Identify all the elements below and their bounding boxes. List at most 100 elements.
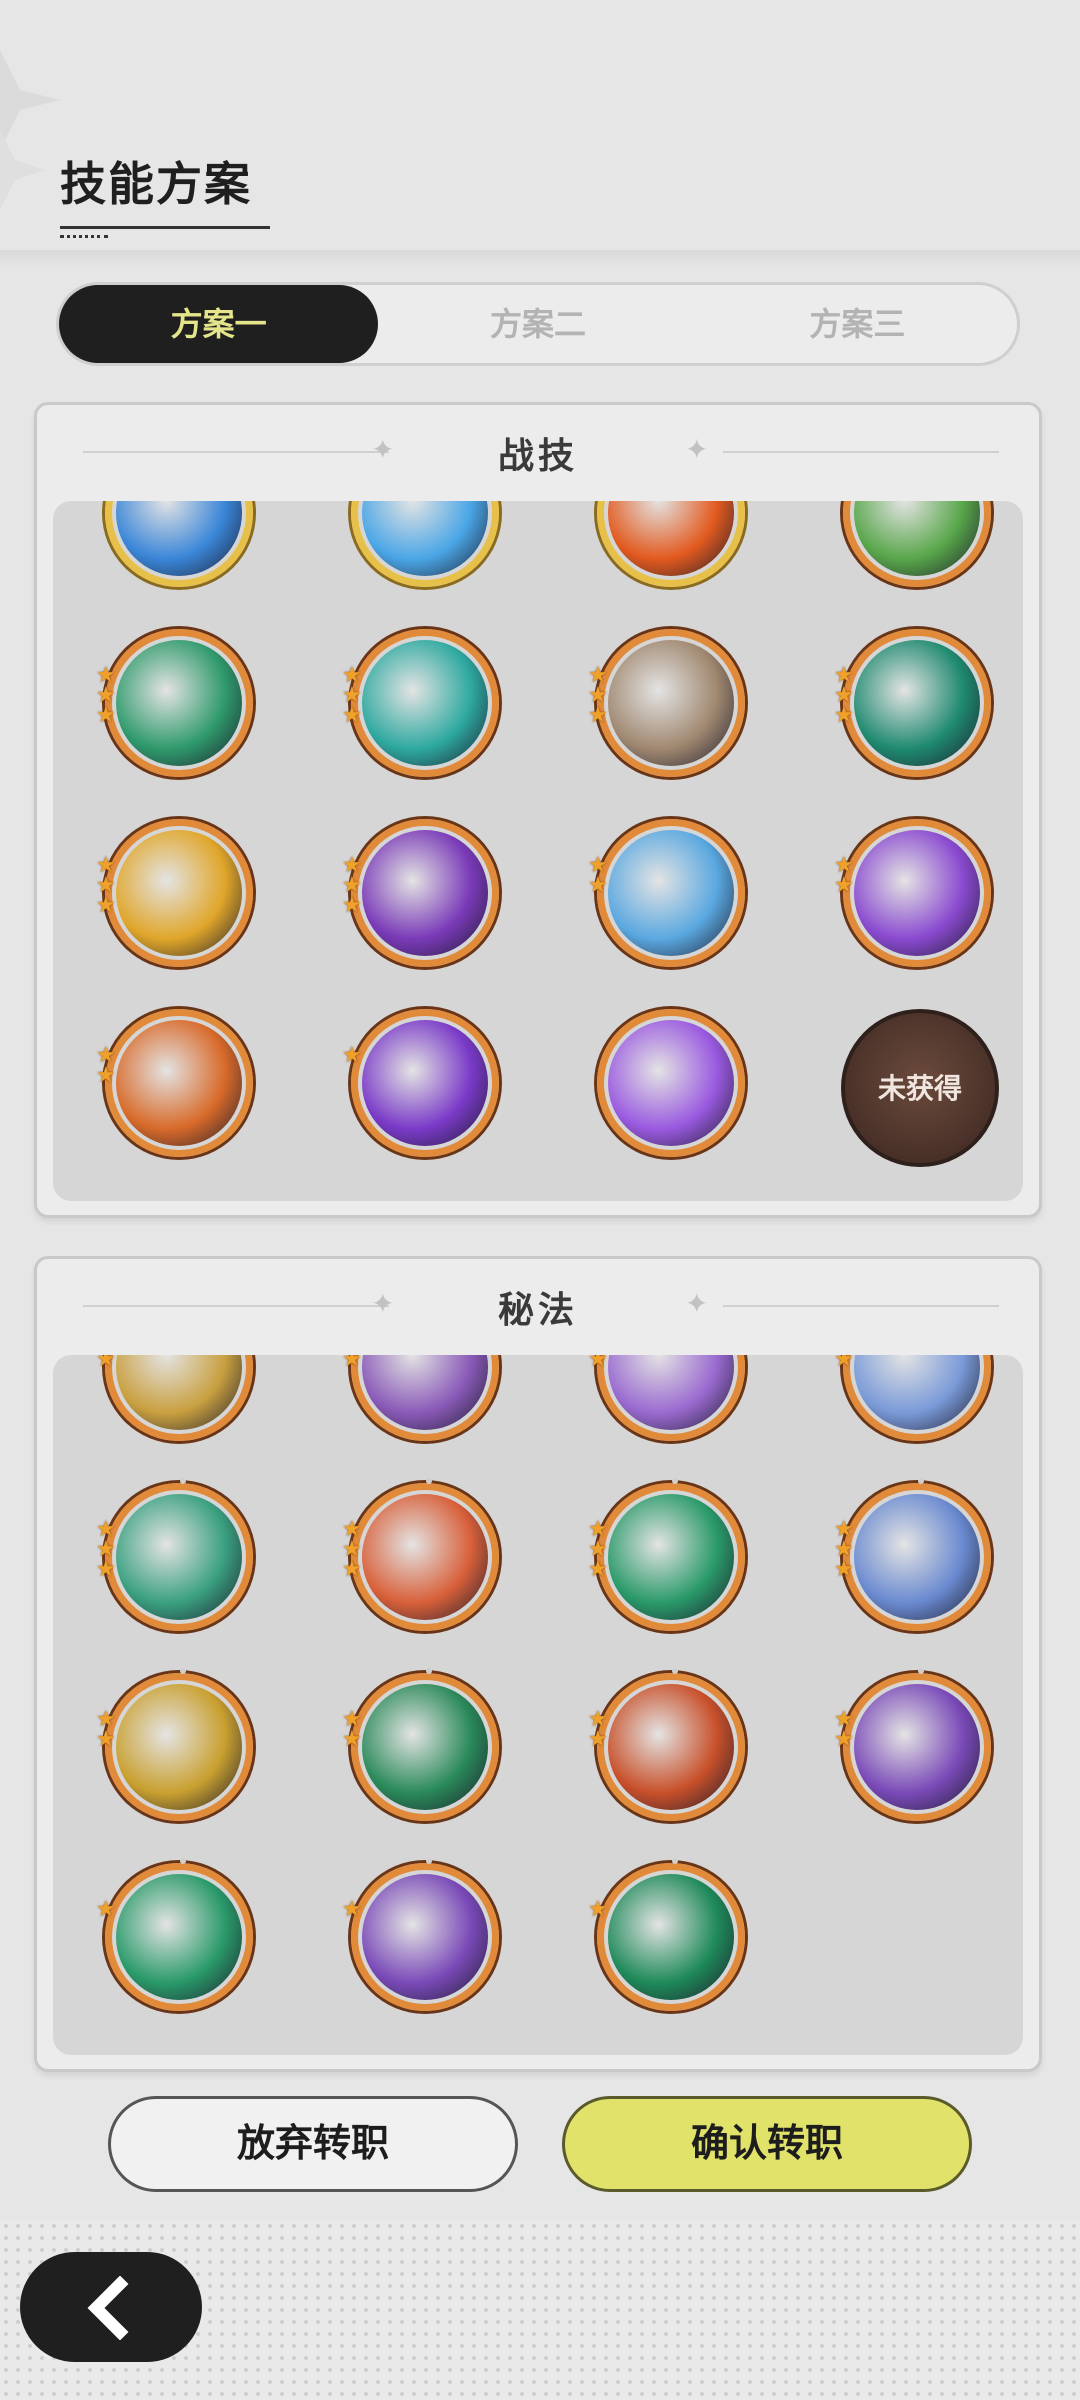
slot-marker bbox=[918, 1668, 924, 1674]
skill-art bbox=[608, 640, 734, 766]
tree-nature-icon[interactable]: ★ bbox=[843, 501, 991, 587]
rank-stars-icon: ★ bbox=[96, 1897, 122, 1922]
rank-stars-icon: ★ ★ ★ bbox=[588, 665, 614, 728]
sparkle-star-icon[interactable]: ★ ★ ★ bbox=[834, 1478, 991, 1631]
tab-plan-2[interactable]: 方案二 bbox=[378, 285, 697, 363]
confirm-class-change-button[interactable]: 确认转职 bbox=[562, 2096, 972, 2192]
rank-star-icon: ★ bbox=[96, 703, 116, 728]
fire-burst-icon[interactable] bbox=[597, 501, 745, 587]
slot-marker bbox=[672, 1858, 678, 1864]
skill-art bbox=[116, 640, 242, 766]
rank-star-icon: ★ bbox=[96, 893, 116, 918]
rank-stars-icon: ★ bbox=[342, 1897, 368, 1922]
star-explosion-icon[interactable] bbox=[597, 1009, 745, 1157]
rank-star-icon: ★ bbox=[96, 1897, 116, 1922]
spirit-mask-icon[interactable]: ★★ bbox=[588, 1355, 745, 1441]
arcane-skills-panel: ✦ 秘法 ✦ ★★★★★★★★★★★★★★★★★★★★★★★★★★★★★★★ bbox=[34, 1256, 1042, 2072]
cyclone-icon[interactable]: ★ ★ ★ bbox=[342, 629, 499, 777]
void-eye-icon[interactable]: ★ ★ ★ bbox=[342, 819, 499, 967]
abandon-class-change-button[interactable]: 放弃转职 bbox=[108, 2096, 518, 2192]
rank-star-icon: ★ bbox=[342, 1355, 362, 1372]
skill-art bbox=[854, 1355, 980, 1430]
green-figure-icon[interactable]: ★ ★ ★ bbox=[588, 1478, 745, 1631]
rank-star-icon: ★ bbox=[588, 873, 608, 898]
rank-stars-icon: ★★ bbox=[96, 1355, 122, 1371]
red-fist-icon[interactable]: ★ ★ bbox=[588, 1668, 745, 1821]
rank-star-icon: ★ bbox=[588, 703, 608, 728]
rank-star-icon: ★ bbox=[342, 1897, 362, 1922]
rank-stars-icon: ★ ★ ★ bbox=[342, 1519, 368, 1582]
sigil-icon[interactable]: ★★ bbox=[342, 1355, 499, 1441]
golden-arrow-icon[interactable]: ★ ★ bbox=[96, 1668, 253, 1821]
ice-burst-icon[interactable]: ★ ★ bbox=[588, 819, 745, 967]
purple-spirit-icon[interactable]: ★ bbox=[342, 1858, 499, 2011]
locked-skill-slot[interactable]: 未获得 bbox=[841, 1009, 999, 1167]
rank-stars-icon: ★ ★ ★ bbox=[834, 1519, 860, 1581]
skill-art bbox=[362, 501, 488, 576]
rank-stars-icon: ★ ★ ★ bbox=[342, 665, 368, 728]
star-ornament-icon: ✦ bbox=[685, 433, 709, 466]
purple-figure-icon[interactable]: ★ ★ bbox=[834, 1668, 991, 1821]
green-clock-icon[interactable]: ★ ★ bbox=[342, 1668, 499, 1821]
golden-wing-icon[interactable]: ★★ bbox=[96, 1355, 253, 1441]
skill-row: ★★★★★★★★ bbox=[53, 1653, 1023, 1843]
rank-stars-icon: ★★ bbox=[96, 1709, 122, 1751]
skill-row: ★ bbox=[53, 501, 1023, 609]
water-swirl-icon[interactable] bbox=[105, 501, 253, 587]
back-arrow-icon bbox=[87, 2276, 129, 2340]
tab-plan-1[interactable]: 方案一 bbox=[59, 285, 379, 363]
recycle-icon[interactable]: ★ ★ ★ bbox=[96, 1478, 253, 1631]
arcane-skill-grid[interactable]: ★★★★★★★★★★★★★★★★★★★★★★★★★★★★★★★ bbox=[53, 1355, 1023, 2055]
tab-plan-3[interactable]: 方案三 bbox=[698, 285, 1017, 363]
combat-skill-grid[interactable]: ★★★★★★★★★★★★★★★★★★★★★★★★★★未获得 bbox=[53, 501, 1023, 1201]
rank-star-icon: ★ bbox=[342, 703, 362, 728]
slot-marker bbox=[426, 1858, 432, 1864]
rank-star-icon: ★ bbox=[96, 1557, 116, 1582]
skill-art bbox=[362, 830, 488, 956]
back-button[interactable] bbox=[20, 2252, 202, 2362]
skill-row: ★ ★ ★ ★ ★ ★ ★ ★ ★ ★ ★ ★ bbox=[53, 1463, 1023, 1653]
slot-marker bbox=[426, 1478, 432, 1484]
rock-pillar-icon[interactable]: ★ ★ ★ bbox=[588, 629, 745, 777]
combat-skills-title: 战技 bbox=[497, 436, 578, 477]
flame-figure-icon[interactable]: ★ ★ ★ bbox=[342, 1478, 499, 1631]
rank-star-icon: ★ bbox=[342, 1557, 362, 1582]
green-wind-icon[interactable]: ★ ★ ★ bbox=[96, 629, 253, 777]
skill-art bbox=[116, 1684, 242, 1810]
slot-marker bbox=[918, 1478, 924, 1484]
arcane-hand-icon[interactable]: ★ bbox=[342, 1009, 499, 1157]
skill-art bbox=[116, 830, 242, 956]
rank-star-icon: ★ bbox=[342, 1727, 362, 1752]
purple-vortex-icon[interactable]: ★ ★ bbox=[834, 819, 991, 967]
skill-art bbox=[116, 1494, 242, 1620]
skill-row: ★ ★ ★ bbox=[53, 1843, 1023, 2033]
rank-stars-icon: ★★ bbox=[342, 1355, 368, 1372]
rank-stars-icon: ★ bbox=[342, 1043, 368, 1068]
slot-marker bbox=[180, 1858, 186, 1864]
page-header: 技能方案 bbox=[60, 148, 270, 238]
title-underline bbox=[60, 226, 270, 229]
rank-stars-icon: ★★ bbox=[834, 1355, 860, 1371]
rank-star-icon: ★ bbox=[342, 1043, 362, 1068]
slot-marker bbox=[180, 1668, 186, 1674]
green-shield-icon[interactable]: ★ bbox=[96, 1858, 253, 2011]
frost-star-icon[interactable]: ★★ bbox=[834, 1355, 991, 1441]
thorn-vines-icon[interactable]: ★ ★ ★ bbox=[834, 629, 991, 777]
combat-skills-header: ✦ 战技 ✦ bbox=[37, 405, 1039, 499]
rank-star-icon: ★ bbox=[834, 873, 854, 898]
title-dots bbox=[60, 235, 108, 238]
arcane-skills-header: ✦ 秘法 ✦ bbox=[37, 1259, 1039, 1353]
combat-skills-panel: ✦ 战技 ✦ ★★★★★★★★★★★★★★★★★★★★★★★★★★未获得 bbox=[34, 402, 1042, 1218]
rank-stars-icon: ★ ★ ★ bbox=[834, 665, 860, 728]
ice-shards-icon[interactable] bbox=[351, 501, 499, 587]
rank-star-icon: ★ bbox=[342, 893, 362, 918]
green-sparkle-icon[interactable]: ★ bbox=[588, 1858, 745, 2011]
rank-stars-icon: ★★ bbox=[96, 1045, 122, 1087]
skill-art bbox=[608, 1874, 734, 2000]
rank-star-icon: ★ bbox=[834, 1727, 854, 1752]
fire-wolf-icon[interactable]: ★ ★ bbox=[96, 1009, 253, 1157]
rank-star-icon: ★ bbox=[834, 703, 854, 728]
golden-sparkle-icon[interactable]: ★ ★ ★ bbox=[96, 819, 253, 967]
skill-art bbox=[116, 1355, 242, 1430]
skill-art bbox=[608, 1684, 734, 1810]
